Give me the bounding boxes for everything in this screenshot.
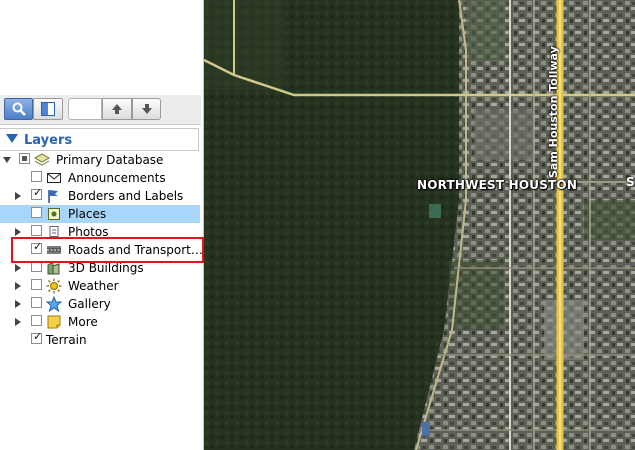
expand-closed-icon[interactable] xyxy=(15,282,21,290)
layers-sidebar: Layers Primary Database Announcements ✓ … xyxy=(0,0,204,450)
expand-closed-icon[interactable] xyxy=(15,228,21,236)
expand-closed-icon[interactable] xyxy=(15,264,21,272)
sun-icon xyxy=(46,278,62,294)
sidebar-toolbar xyxy=(0,95,201,125)
layer-more[interactable]: More xyxy=(0,313,200,331)
search-button[interactable] xyxy=(4,98,33,120)
layer-label: Primary Database xyxy=(56,153,164,167)
layer-3d-buildings[interactable]: 3D Buildings xyxy=(0,259,200,277)
layer-label: Borders and Labels xyxy=(68,189,184,203)
layer-label: Roads and Transport… xyxy=(68,243,203,257)
layer-label: Weather xyxy=(68,279,119,293)
layer-label: Photos xyxy=(68,225,109,239)
envelope-icon xyxy=(47,173,61,183)
area-label: NORTHWEST HOUSTON xyxy=(417,178,578,192)
layer-roads-and-transport[interactable]: Roads and Transport… xyxy=(0,240,203,259)
layer-terrain[interactable]: Terrain xyxy=(0,330,200,349)
note-icon xyxy=(47,315,61,329)
search-icon xyxy=(12,102,26,116)
layer-label: More xyxy=(68,315,98,329)
layer-label: Announcements xyxy=(68,171,166,185)
layers-title: Layers xyxy=(24,133,73,148)
layer-label: Gallery xyxy=(68,297,111,311)
arrow-down-icon xyxy=(141,104,152,114)
move-up-button[interactable] xyxy=(102,98,132,120)
star-icon xyxy=(46,296,62,312)
layer-checkbox[interactable] xyxy=(31,186,42,200)
road-label: Sam Houston Tollway xyxy=(547,46,560,178)
layer-checkbox[interactable] xyxy=(31,225,42,236)
collapse-triangle-icon[interactable] xyxy=(6,134,18,143)
layer-checkbox[interactable] xyxy=(31,330,42,344)
toggle-panel-button[interactable] xyxy=(33,98,63,120)
layer-photos[interactable]: Photos xyxy=(0,223,200,241)
layer-announcements[interactable]: Announcements xyxy=(0,169,200,187)
layer-gallery[interactable]: Gallery xyxy=(0,295,200,313)
expand-closed-icon[interactable] xyxy=(15,300,21,308)
zoom-input[interactable] xyxy=(68,98,102,120)
arrow-up-icon xyxy=(112,104,122,114)
flags-icon xyxy=(48,190,58,203)
layer-label: Terrain xyxy=(46,333,87,347)
expand-closed-icon[interactable] xyxy=(15,192,21,200)
layer-primary-database[interactable]: Primary Database xyxy=(0,151,200,169)
road-icon xyxy=(47,246,61,254)
layer-label: 3D Buildings xyxy=(68,261,144,275)
map-view[interactable]: NORTHWEST HOUSTON S Sam Houston Tollway xyxy=(204,0,635,450)
expand-open-icon[interactable] xyxy=(3,157,11,163)
layer-places[interactable]: Places xyxy=(0,205,200,223)
layer-checkbox[interactable] xyxy=(31,315,42,326)
panel-icon xyxy=(41,102,55,116)
layer-label: Places xyxy=(68,207,107,221)
photos-icon xyxy=(49,226,59,237)
layer-checkbox[interactable] xyxy=(31,261,42,272)
buildings-icon xyxy=(47,261,60,275)
satellite-imagery xyxy=(204,0,635,450)
expand-closed-icon[interactable] xyxy=(15,318,21,326)
layer-checkbox[interactable] xyxy=(19,153,30,164)
layers-panel-header[interactable]: Layers xyxy=(0,128,199,151)
layers-stack-icon xyxy=(34,153,50,166)
layer-checkbox[interactable] xyxy=(31,297,42,308)
layer-checkbox[interactable] xyxy=(31,240,42,254)
places-icon xyxy=(48,208,60,220)
layer-checkbox[interactable] xyxy=(31,171,42,182)
layer-weather[interactable]: Weather xyxy=(0,277,200,295)
edge-label: S xyxy=(626,175,635,189)
move-down-button[interactable] xyxy=(132,98,161,120)
layer-borders-and-labels[interactable]: Borders and Labels xyxy=(0,186,200,205)
layer-checkbox[interactable] xyxy=(31,207,42,218)
layer-checkbox[interactable] xyxy=(31,279,42,290)
